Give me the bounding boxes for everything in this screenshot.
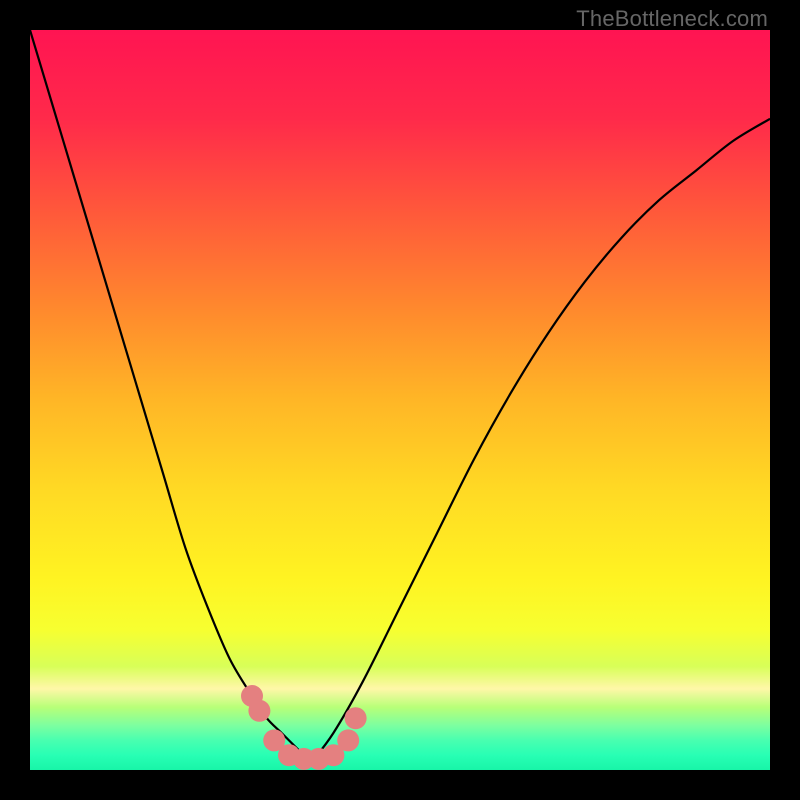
plot-area xyxy=(30,30,770,770)
left-curve xyxy=(30,30,311,763)
marker-dot xyxy=(248,700,270,722)
marker-dot xyxy=(345,707,367,729)
marker-group xyxy=(241,685,367,770)
curves-svg xyxy=(30,30,770,770)
marker-dot xyxy=(337,729,359,751)
right-curve xyxy=(311,119,770,763)
watermark-text: TheBottleneck.com xyxy=(576,6,768,32)
chart-frame: TheBottleneck.com xyxy=(0,0,800,800)
